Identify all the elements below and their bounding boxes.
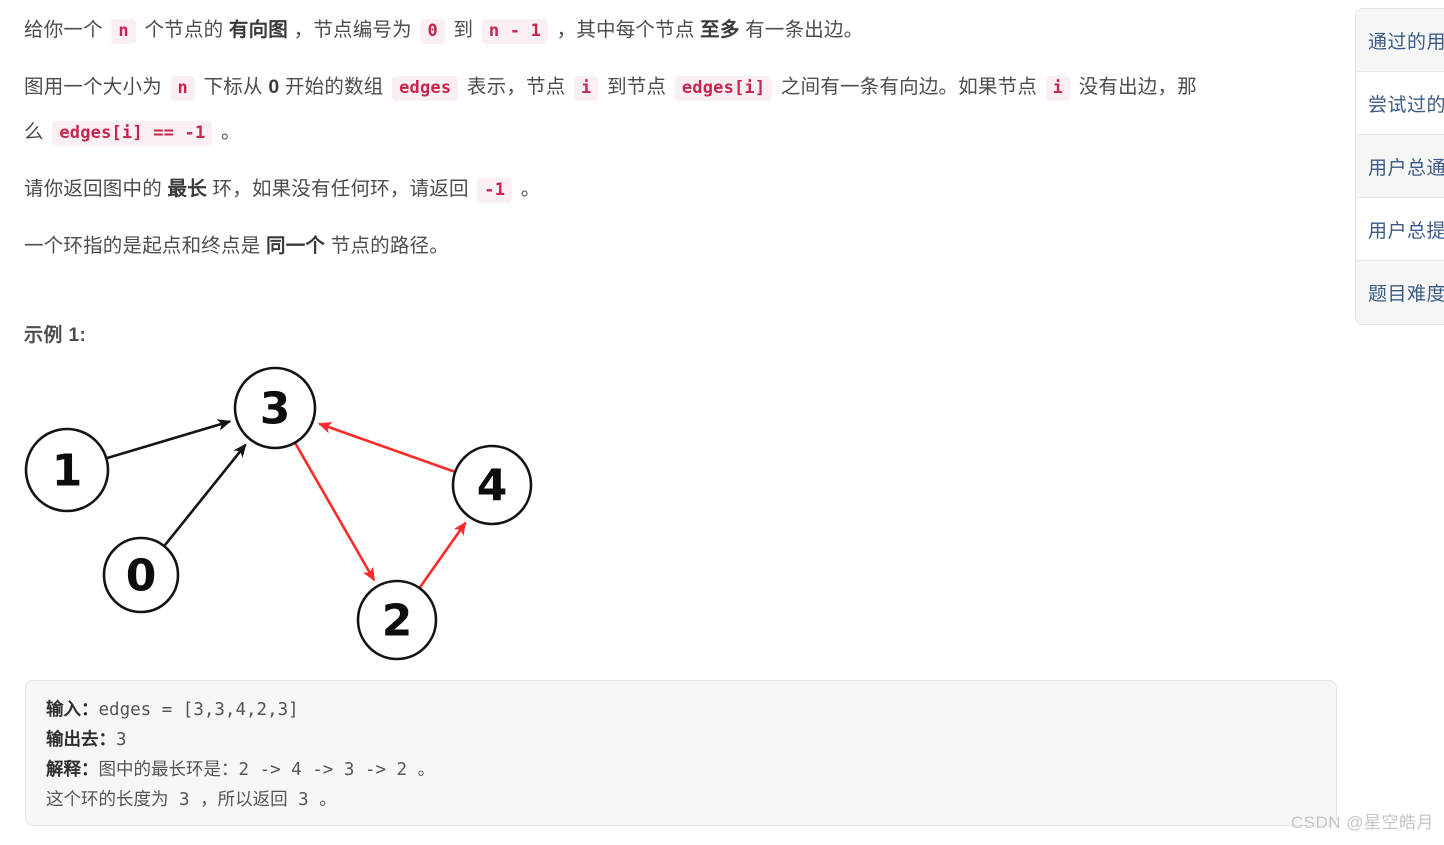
inline-code-1: n (111, 19, 136, 44)
rich-text: 给你一个 n 个节点的 有向图 ，节点编号为 0 到 n - 1 ，其中每个节点… (24, 19, 864, 44)
text-run-2: 个节点的 (138, 19, 229, 41)
directed-graph-svg: 1 3 0 4 2 (24, 366, 533, 661)
info-table-row-label: 题目难度 (1368, 283, 1444, 305)
problem-info-rows: 通过的用尝试过的用户总通用户总提题目难度 (1356, 9, 1444, 324)
graph-nodes: 1 3 0 4 2 (24, 366, 533, 661)
text-run-0: 一个环指的是起点和终点是 (24, 235, 267, 257)
text-run-0: 请你返回图中的 (24, 178, 168, 200)
emphasis-text-1: 同一个 (266, 235, 326, 257)
graph-node-label-2: 2 (382, 596, 413, 647)
statement-paragraph-2-line-2: 么 edges[i] == -1 。 (24, 110, 1324, 155)
example-graph-figure: 1 3 0 4 2 (10, 355, 590, 675)
graph-edge-1-to-3 (106, 419, 232, 460)
text-run-0: 图用一个大小为 (24, 76, 168, 98)
text-run-10: 有一条出边。 (739, 19, 864, 41)
info-table-row-0[interactable]: 通过的用 (1356, 9, 1444, 72)
text-run-4: 开始的数组 (279, 76, 390, 98)
inline-code-7: i (574, 76, 599, 101)
graph-edge-3-to-2 (294, 442, 376, 582)
text-run-2: 下标从 (197, 76, 269, 98)
rich-text: 一个环指的是起点和终点是 同一个 节点的路径。 (24, 235, 449, 257)
text-run-2: 节点的路径。 (325, 235, 449, 257)
rich-text: 请你返回图中的 最长 环，如果没有任何环，请返回 -1 。 (24, 178, 541, 203)
statement-paragraph-1: 给你一个 n 个节点的 有向图 ，节点编号为 0 到 n - 1 ，其中每个节点… (24, 8, 1324, 53)
statement-paragraph-2-line-1: 图用一个大小为 n 下标从 0 开始的数组 edges 表示，节点 i 到节点 … (24, 65, 1324, 110)
example-io-block: 输入：edges = [3,3,4,2,3] 输出去：3 解释：图中的最长环是：2 … (25, 680, 1337, 826)
info-table-row-3[interactable]: 用户总提 (1356, 198, 1444, 261)
inline-code-1: edges[i] == -1 (52, 121, 213, 146)
info-table-row-2[interactable]: 用户总通 (1356, 135, 1444, 198)
info-table-row-label: 尝试过的 (1368, 93, 1444, 116)
problem-info-table: 通过的用尝试过的用户总通用户总提题目难度 (1355, 8, 1444, 325)
info-table-row-4[interactable]: 题目难度 (1356, 261, 1444, 324)
text-run-6: 表示，节点 (461, 76, 572, 98)
emphasis-text-3: 0 (268, 76, 280, 98)
inline-code-9: edges[i] (674, 76, 773, 101)
example-io-line: 输入：edges = [3,3,4,2,3] (46, 695, 1316, 725)
example-io-line: 输出去：3 (46, 725, 1316, 755)
graph-edge-2-to-4 (418, 521, 467, 589)
csdn-watermark: CSDN @星空皓月 (1290, 813, 1434, 832)
text-run-8: ，其中每个节点 (551, 19, 701, 41)
inline-code-3: -1 (477, 178, 513, 203)
example-io-line: 这个环的长度为 3 ，所以返回 3 。 (46, 785, 1316, 815)
graph-node-label-3: 3 (260, 384, 291, 435)
emphasis-text-3: 有向图 (228, 19, 289, 41)
rich-text: 图用一个大小为 n 下标从 0 开始的数组 edges 表示，节点 i 到节点 … (24, 76, 1197, 101)
example-heading: 示例 1: (24, 325, 87, 346)
statement-paragraph-4: 一个环指的是起点和终点是 同一个 节点的路径。 (24, 224, 1324, 268)
text-run-8: 到节点 (601, 76, 672, 98)
graph-node-label-1: 1 (52, 446, 83, 497)
inline-code-5: edges (392, 76, 459, 101)
inline-code-7: n - 1 (481, 19, 549, 44)
graph-edge-4-to-3 (318, 422, 455, 473)
text-run-6: 到 (447, 19, 479, 41)
problem-statement: 给你一个 n 个节点的 有向图 ，节点编号为 0 到 n - 1 ，其中每个节点… (24, 0, 1324, 268)
inline-code-5: 0 (420, 19, 445, 44)
statement-paragraph-3: 请你返回图中的 最长 环，如果没有任何环，请返回 -1 。 (24, 167, 1324, 212)
info-table-row-1[interactable]: 尝试过的 (1356, 72, 1444, 135)
info-table-row-label: 用户总通 (1368, 156, 1444, 179)
text-run-4: ，节点编号为 (288, 19, 418, 41)
graph-node-label-0: 0 (126, 551, 157, 602)
text-run-2: 环，如果没有任何环，请返回 (206, 178, 475, 200)
graph-node-label-4: 4 (477, 461, 508, 512)
example-io-line: 解释：图中的最长环是：2 -> 4 -> 3 -> 2 。 (46, 755, 1316, 785)
text-run-4: 。 (515, 178, 541, 200)
inline-code-11: i (1045, 76, 1071, 101)
rich-text: 么 edges[i] == -1 。 (24, 121, 241, 146)
info-table-row-label: 通过的用 (1368, 30, 1444, 53)
text-run-10: 之间有一条有向边。如果节点 (775, 76, 1043, 98)
info-table-row-label: 用户总提 (1368, 219, 1444, 242)
io-label-2-0: 解释： (46, 760, 99, 780)
inline-code-1: n (170, 76, 195, 101)
graph-edge-0-to-3 (163, 443, 247, 547)
emphasis-text-1: 最长 (167, 178, 207, 200)
io-value-0-1: edges = [3,3,4,2,3] (98, 700, 299, 720)
example-io-lines: 输入：edges = [3,3,4,2,3] 输出去：3 解释：图中的最长环是：2 … (46, 695, 1316, 815)
io-label-1-0: 输出去： (46, 730, 116, 750)
io-value-1-1: 3 (116, 730, 127, 750)
text-run-0: 给你一个 (24, 19, 109, 41)
text-run-12: 没有出边，那 (1073, 76, 1197, 98)
io-value-3-0: 这个环的长度为 3 ，所以返回 3 。 (46, 790, 337, 810)
io-value-2-1: 图中的最长环是：2 -> 4 -> 3 -> 2 。 (98, 760, 436, 780)
io-label-0-0: 输入： (46, 700, 99, 720)
page-root: 给你一个 n 个节点的 有向图 ，节点编号为 0 到 n - 1 ，其中每个节点… (0, 0, 1444, 845)
text-run-2: 。 (215, 121, 241, 143)
emphasis-text-9: 至多 (700, 19, 740, 41)
text-run-0: 么 (24, 121, 50, 143)
